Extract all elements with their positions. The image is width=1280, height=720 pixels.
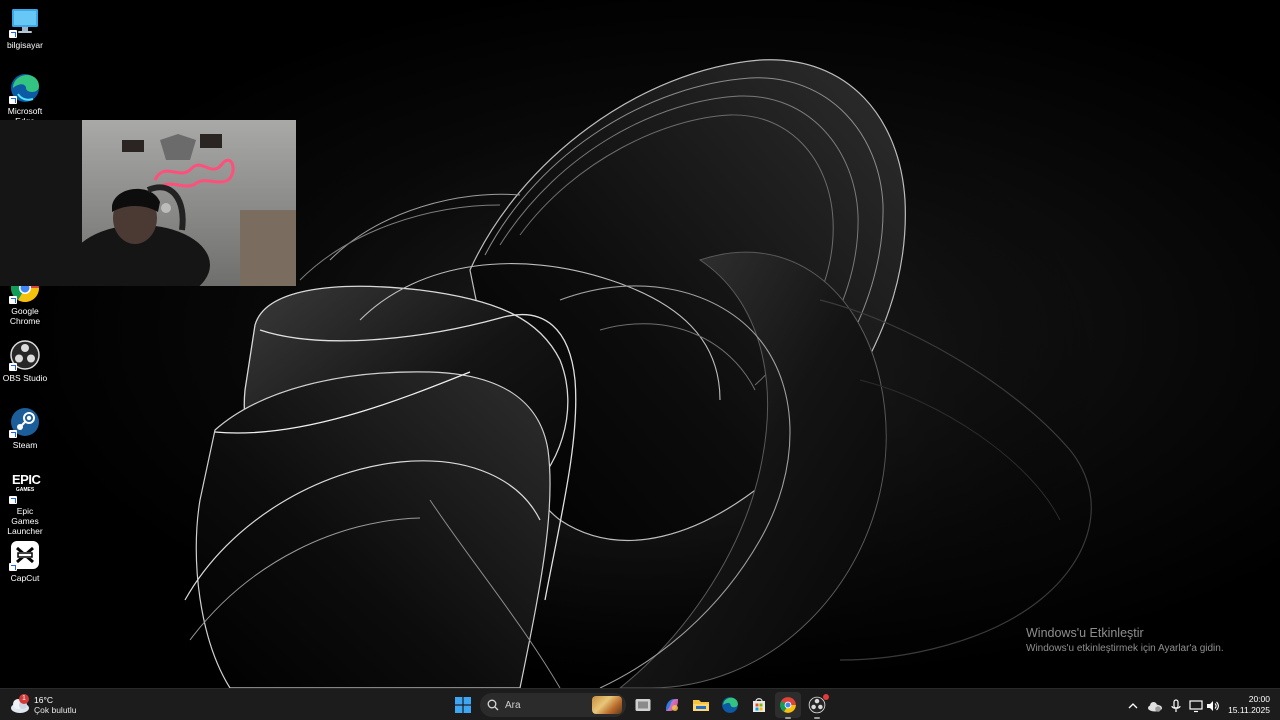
shortcut-arrow-icon xyxy=(9,96,17,104)
folder-icon xyxy=(693,700,709,711)
cloud-icon: 1 xyxy=(10,694,30,714)
copilot-icon xyxy=(666,699,678,711)
activation-subtitle: Windows'u etkinleştirmek için Ayarlar'a … xyxy=(1026,643,1224,654)
task-view-icon xyxy=(635,699,651,711)
store-icon xyxy=(753,698,765,712)
search-highlight-image xyxy=(592,696,622,714)
obs-icon xyxy=(9,339,41,371)
windows-activation-watermark: Windows'u Etkinleştir Windows'u etkinleş… xyxy=(1026,626,1224,656)
desktop-icon-epic-games-launcher[interactable]: EPIC GAMES Epic Games Launcher xyxy=(2,472,48,536)
windows-logo-icon xyxy=(455,697,471,713)
running-indicator xyxy=(785,717,791,719)
wallpaper xyxy=(170,50,1110,688)
clock-time: 20:00 xyxy=(1248,694,1270,704)
chrome-taskbar-button[interactable] xyxy=(775,692,801,719)
microphone-icon[interactable] xyxy=(1169,698,1183,712)
shortcut-arrow-icon xyxy=(9,30,17,38)
epic-logo-sub: GAMES xyxy=(15,487,35,493)
recording-dot-icon xyxy=(823,694,829,700)
desktop-icon-bilgisayar[interactable]: bilgisayar xyxy=(2,6,48,50)
desktop[interactable]: bilgisayar Microsoft Edge Google Chrome xyxy=(0,0,1280,688)
steam-icon xyxy=(9,406,41,438)
edge-taskbar-button[interactable] xyxy=(717,692,743,718)
shortcut-arrow-icon xyxy=(9,430,17,438)
weather-condition: Çok bulutlu xyxy=(34,705,77,715)
desktop-icon-label: OBS Studio xyxy=(2,373,48,383)
capcut-icon xyxy=(9,539,41,571)
desktop-icon-capcut[interactable]: CapCut xyxy=(2,539,48,583)
volume-icon[interactable] xyxy=(1206,698,1220,712)
search-icon xyxy=(487,699,499,711)
edge-icon xyxy=(9,72,41,104)
activation-title: Windows'u Etkinleştir xyxy=(1026,626,1144,640)
edge-icon xyxy=(722,697,738,713)
obs-taskbar-button[interactable] xyxy=(804,692,830,719)
microsoft-store-button[interactable] xyxy=(746,692,772,718)
desktop-icon-obs-studio[interactable]: OBS Studio xyxy=(2,339,48,383)
taskbar-search-box[interactable]: Ara xyxy=(480,693,626,717)
task-view-button[interactable] xyxy=(630,692,656,718)
taskbar-clock[interactable]: 20:00 15.11.2025 xyxy=(1222,694,1270,716)
onedrive-icon[interactable] xyxy=(1147,698,1162,712)
webcam-overlay xyxy=(0,120,296,286)
copilot-button[interactable] xyxy=(659,692,685,718)
file-explorer-button[interactable] xyxy=(688,692,714,718)
chrome-icon xyxy=(780,697,796,713)
chevron-up-icon[interactable] xyxy=(1126,698,1140,712)
epic-logo-text: EPIC xyxy=(12,472,41,487)
start-button[interactable] xyxy=(450,692,476,718)
shortcut-arrow-icon xyxy=(9,296,17,304)
taskbar: 1 16°C Çok bulutlu Ara 20:00 15.11.2025 xyxy=(0,688,1280,720)
weather-temperature: 16°C xyxy=(34,695,53,705)
desktop-icon-steam[interactable]: Steam xyxy=(2,406,48,450)
clock-date: 15.11.2025 xyxy=(1228,705,1270,715)
weather-badge: 1 xyxy=(19,694,29,704)
running-indicator xyxy=(814,717,820,719)
display-icon[interactable] xyxy=(1189,698,1203,713)
weather-widget[interactable]: 1 16°C Çok bulutlu xyxy=(10,692,77,718)
shortcut-arrow-icon xyxy=(9,563,17,571)
shortcut-arrow-icon xyxy=(9,496,17,504)
monitor-icon xyxy=(9,6,41,38)
shortcut-arrow-icon xyxy=(9,363,17,371)
epic-games-icon: EPIC GAMES xyxy=(9,472,41,504)
desktop-icon-label: Steam xyxy=(12,440,38,450)
search-placeholder: Ara xyxy=(505,699,521,711)
desktop-icon-label: Epic Games Launcher xyxy=(7,506,43,536)
desktop-icon-label: Google Chrome xyxy=(9,306,41,326)
desktop-icon-label: bilgisayar xyxy=(7,40,43,50)
desktop-icon-label: CapCut xyxy=(10,573,40,583)
desktop-icon-microsoft-edge[interactable]: Microsoft Edge xyxy=(2,72,48,126)
